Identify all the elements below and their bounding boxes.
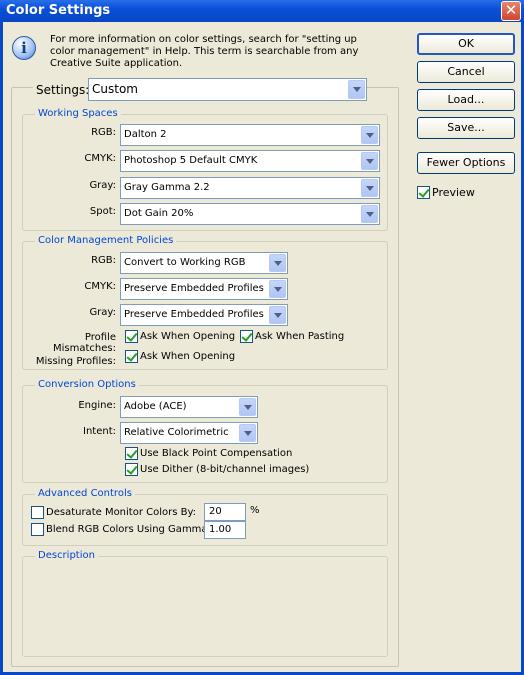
percent-label: % [250,505,260,516]
info-text-line: For more information on color settings, … [50,34,357,45]
policy-gray-select[interactable]: Preserve Embedded Profiles [120,304,288,326]
blend-gamma-input[interactable]: 1.00 [204,521,246,539]
window-title: Color Settings [6,3,111,18]
cancel-button[interactable]: Cancel [417,61,515,83]
fewer-options-button[interactable]: Fewer Options [417,152,515,174]
chevron-down-icon[interactable] [361,205,378,223]
policy-cmyk-select[interactable]: Preserve Embedded Profiles [120,278,288,300]
ask-when-opening-label: Ask When Opening [140,331,236,342]
chevron-down-icon[interactable] [361,179,378,197]
intent-label: Intent: [83,426,116,437]
desaturate-checkbox[interactable] [31,506,44,519]
ok-button[interactable]: OK [417,33,515,55]
ask-when-pasting-checkbox[interactable] [240,330,253,343]
use-dither-label: Use Dither (8-bit/channel images) [140,464,310,475]
title-bar: Color Settings [0,0,524,22]
conversion-title: Conversion Options [35,379,139,390]
ws-gray-value: Gray Gamma 2.2 [124,182,210,193]
blend-gamma-label: Blend RGB Colors Using Gamma: [46,524,211,535]
chevron-down-icon[interactable] [269,254,286,272]
intent-select[interactable]: Relative Colorimetric [120,422,258,444]
ws-rgb-select[interactable]: Dalton 2 [120,124,380,146]
chevron-down-icon[interactable] [348,80,365,99]
ws-cmyk-select[interactable]: Photoshop 5 Default CMYK [120,150,380,172]
desaturate-input[interactable]: 20 [204,503,246,521]
engine-label: Engine: [78,400,116,411]
ask-when-opening-checkbox[interactable] [125,330,138,343]
chevron-down-icon[interactable] [269,280,286,298]
ws-cmyk-label: CMYK: [84,153,116,164]
chevron-down-icon[interactable] [239,424,256,442]
use-dither-checkbox[interactable] [125,463,138,476]
intent-value: Relative Colorimetric [124,427,229,438]
chevron-down-icon[interactable] [239,398,256,416]
close-button[interactable]: ✕ [501,1,521,21]
ws-spot-label: Spot: [89,206,116,217]
policy-cmyk-value: Preserve Embedded Profiles [124,283,264,294]
ws-cmyk-value: Photoshop 5 Default CMYK [124,155,258,166]
settings-label: Settings: [33,83,93,97]
blend-gamma-checkbox[interactable] [31,523,44,536]
black-point-compensation-checkbox[interactable] [125,447,138,460]
ws-rgb-label: RGB: [91,127,116,138]
policy-rgb-select[interactable]: Convert to Working RGB [120,252,288,274]
missing-profiles-label: Missing Profiles: [35,356,116,367]
chevron-down-icon[interactable] [361,152,378,170]
profile-mismatches-label: Profile Mismatches: [53,332,116,354]
description-group [22,556,388,657]
engine-select[interactable]: Adobe (ACE) [120,396,258,418]
advanced-title: Advanced Controls [35,488,135,499]
working-spaces-title: Working Spaces [35,108,121,119]
policy-cmyk-label: CMYK: [84,281,116,292]
load-button[interactable]: Load... [417,89,515,111]
missing-ask-when-opening-checkbox[interactable] [125,350,138,363]
black-point-compensation-label: Use Black Point Compensation [140,448,293,459]
settings-value: Custom [92,82,138,96]
info-text-line: color management" in Help. This term is … [50,46,359,57]
window-border-left [0,22,3,675]
ws-spot-select[interactable]: Dot Gain 20% [120,203,380,225]
description-title: Description [35,550,98,561]
ask-when-pasting-label: Ask When Pasting [255,331,345,342]
settings-select[interactable]: Custom [88,78,367,101]
chevron-down-icon[interactable] [269,306,286,324]
policy-gray-value: Preserve Embedded Profiles [124,309,264,320]
info-text-line: Creative Suite application. [50,58,183,69]
missing-ask-when-opening-label: Ask When Opening [140,351,236,362]
policy-gray-label: Gray: [89,307,116,318]
desaturate-label: Desaturate Monitor Colors By: [46,507,197,518]
engine-value: Adobe (ACE) [124,401,187,412]
policies-title: Color Management Policies [35,235,177,246]
preview-checkbox[interactable] [417,186,430,199]
policy-rgb-value: Convert to Working RGB [124,257,246,268]
ws-gray-label: Gray: [89,180,116,191]
policy-rgb-label: RGB: [91,255,116,266]
info-icon: i [12,36,36,60]
info-text: For more information on color settings, … [50,34,370,70]
ws-rgb-value: Dalton 2 [124,129,167,140]
ws-gray-select[interactable]: Gray Gamma 2.2 [120,177,380,199]
ws-spot-value: Dot Gain 20% [124,208,194,219]
save-button[interactable]: Save... [417,117,515,139]
chevron-down-icon[interactable] [361,126,378,144]
preview-label: Preview [432,186,475,199]
